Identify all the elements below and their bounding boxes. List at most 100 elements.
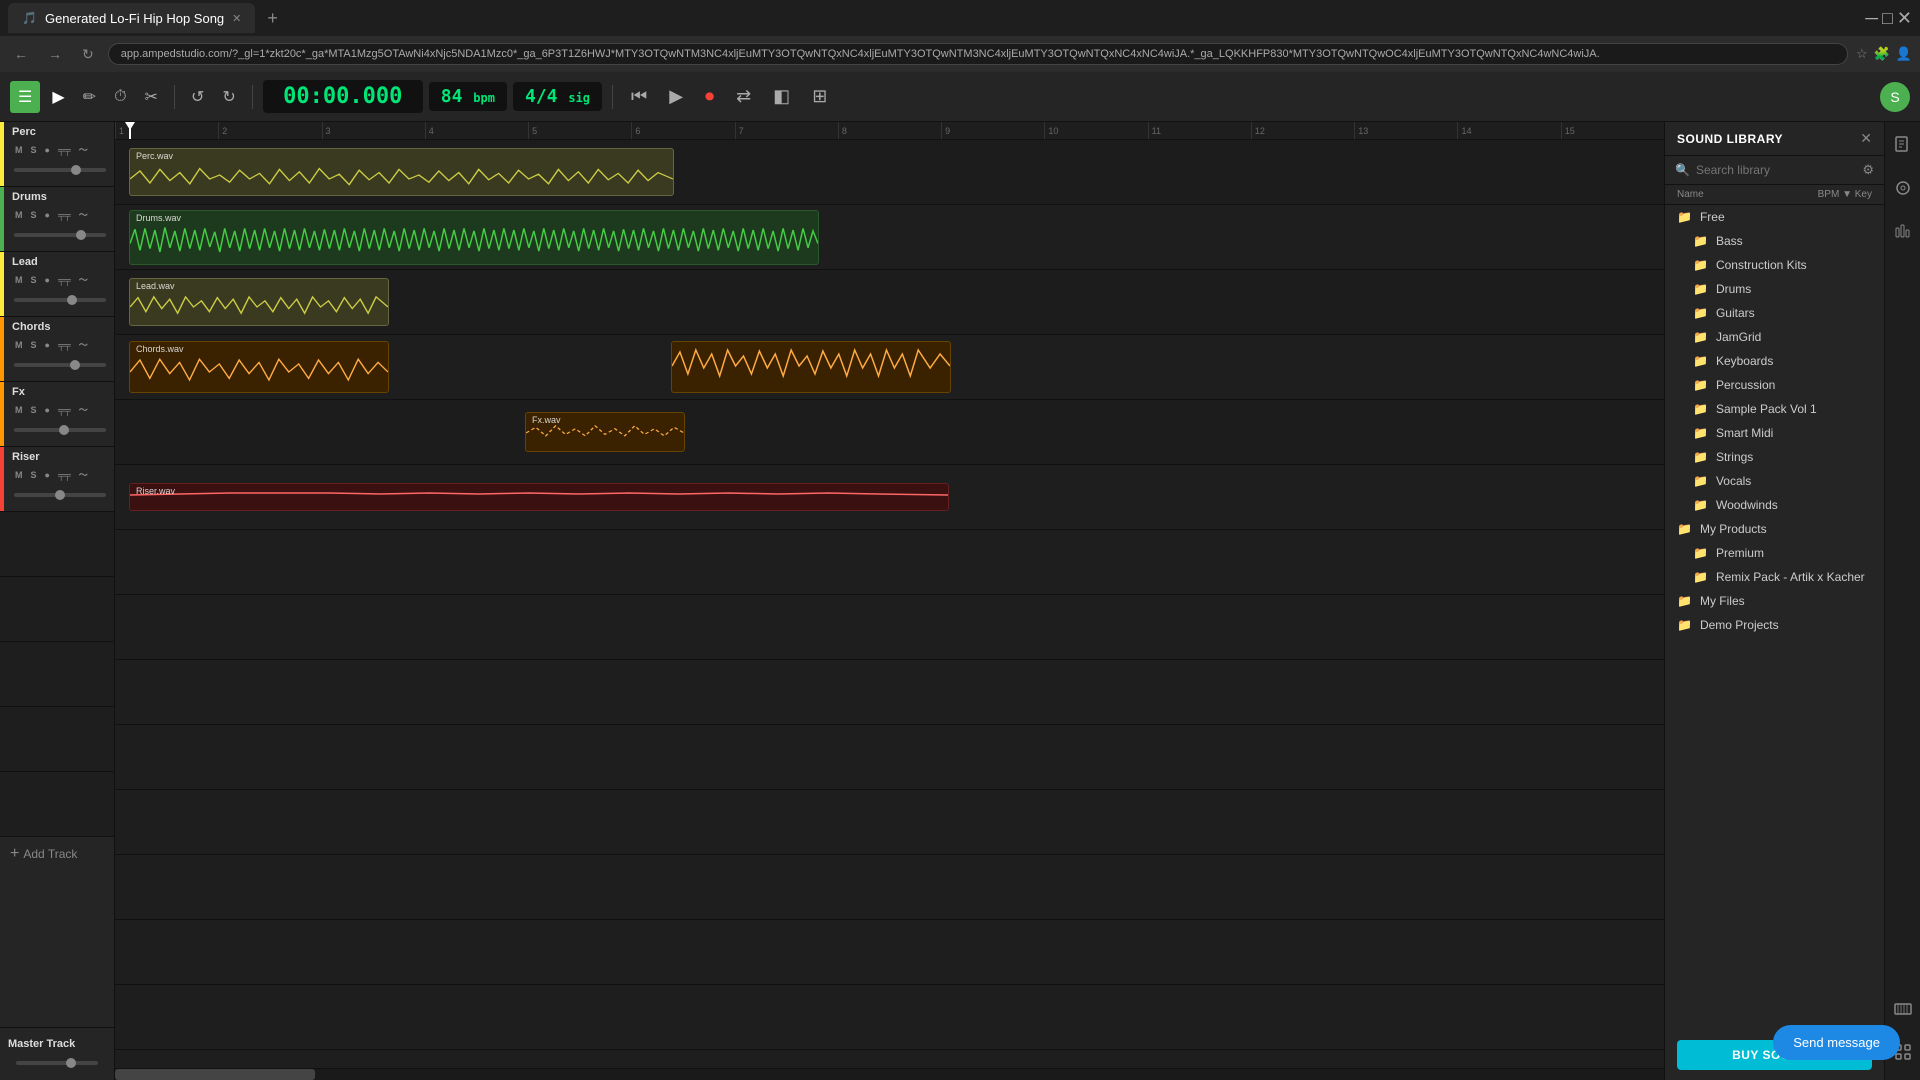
lead-vol-btn[interactable]: ╤╤ — [55, 274, 74, 286]
select-tool-btn[interactable]: ▶ — [46, 83, 70, 111]
library-item-vocals[interactable]: 📁 Vocals — [1665, 469, 1884, 493]
drums-mute-btn[interactable]: M — [12, 209, 26, 221]
right-sidebar-icon-3[interactable] — [1888, 216, 1918, 251]
active-tab[interactable]: 🎵 Generated Lo-Fi Hip Hop Song ✕ — [8, 3, 255, 33]
perc-arm-btn[interactable]: ● — [42, 144, 53, 156]
riser-vol-btn[interactable]: ╤╤ — [55, 469, 74, 481]
lead-solo-btn[interactable]: S — [28, 274, 40, 286]
maximize-btn[interactable]: □ — [1882, 8, 1893, 29]
riser-fx-btn[interactable]: 〜 — [76, 467, 91, 482]
chords-volume-slider[interactable] — [14, 363, 106, 367]
library-item-demo-projects[interactable]: 📁 Demo Projects — [1665, 613, 1884, 637]
library-item-premium[interactable]: 📁 Premium — [1665, 541, 1884, 565]
fx-arm-btn[interactable]: ● — [42, 404, 53, 416]
drums-fx-btn[interactable]: 〜 — [76, 207, 91, 222]
riser-mute-btn[interactable]: M — [12, 469, 26, 481]
riser-volume-slider[interactable] — [14, 493, 106, 497]
fx-fx-btn[interactable]: 〜 — [76, 402, 91, 417]
right-sidebar-icon-4[interactable] — [1888, 994, 1918, 1029]
reload-btn[interactable]: ↻ — [76, 44, 100, 65]
back-btn[interactable]: ← — [8, 44, 34, 64]
cut-tool-btn[interactable]: ✂ — [139, 83, 164, 111]
lead-volume-slider[interactable] — [14, 298, 106, 302]
close-window-btn[interactable]: ✕ — [1897, 8, 1912, 29]
fx-solo-btn[interactable]: S — [28, 404, 40, 416]
perc-vol-btn[interactable]: ╤╤ — [55, 144, 74, 156]
library-item-percussion[interactable]: 📁 Percussion — [1665, 373, 1884, 397]
right-sidebar-icon-2[interactable] — [1888, 173, 1918, 208]
drums-volume-slider[interactable] — [14, 233, 106, 237]
record-btn[interactable]: ⏺ — [697, 82, 722, 111]
library-close-btn[interactable]: ✕ — [1860, 130, 1872, 147]
library-item-strings[interactable]: 📁 Strings — [1665, 445, 1884, 469]
riser-solo-btn[interactable]: S — [28, 469, 40, 481]
minimize-btn[interactable]: ─ — [1865, 8, 1878, 29]
drums-arm-btn[interactable]: ● — [42, 209, 53, 221]
tracks-scroll[interactable]: Perc.wav Drums.wav — [115, 140, 1664, 1068]
undo-btn[interactable]: ↺ — [185, 83, 210, 111]
send-message-btn[interactable]: Send message — [1773, 1025, 1900, 1060]
click-btn[interactable]: ⊞ — [804, 82, 835, 111]
library-item-construction[interactable]: 📁 Construction Kits — [1665, 253, 1884, 277]
chords-clip-1[interactable]: Chords.wav — [129, 341, 389, 393]
right-sidebar-icon-1[interactable] — [1888, 130, 1918, 165]
profile-icon[interactable]: 👤 — [1896, 46, 1912, 62]
extension-icon[interactable]: 🧩 — [1874, 46, 1890, 62]
fx-clip[interactable]: Fx.wav — [525, 412, 685, 452]
redo-btn[interactable]: ↻ — [216, 83, 241, 111]
perc-clip[interactable]: Perc.wav — [129, 148, 674, 196]
fx-vol-btn[interactable]: ╤╤ — [55, 404, 74, 416]
star-icon[interactable]: ☆ — [1856, 46, 1868, 62]
perc-volume-slider[interactable] — [14, 168, 106, 172]
library-item-guitars[interactable]: 📁 Guitars — [1665, 301, 1884, 325]
chords-arm-btn[interactable]: ● — [42, 339, 53, 351]
library-item-remix-pack[interactable]: 📁 Remix Pack - Artik x Kacher — [1665, 565, 1884, 589]
riser-clip[interactable]: Riser.wav — [129, 483, 949, 511]
menu-button[interactable]: ☰ — [10, 81, 40, 113]
perc-solo-btn[interactable]: S — [28, 144, 40, 156]
library-item-woodwinds[interactable]: 📁 Woodwinds — [1665, 493, 1884, 517]
fx-volume-slider[interactable] — [14, 428, 106, 432]
library-item-sample-pack[interactable]: 📁 Sample Pack Vol 1 — [1665, 397, 1884, 421]
lead-clip[interactable]: Lead.wav — [129, 278, 389, 326]
chords-mute-btn[interactable]: M — [12, 339, 26, 351]
clock-tool-btn[interactable]: ⏱ — [108, 84, 132, 110]
chords-vol-btn[interactable]: ╤╤ — [55, 339, 74, 351]
library-item-my-products[interactable]: 📁 My Products — [1665, 517, 1884, 541]
address-input[interactable] — [108, 43, 1848, 65]
chords-clip-2[interactable] — [671, 341, 951, 393]
riser-arm-btn[interactable]: ● — [42, 469, 53, 481]
profile-avatar[interactable]: S — [1880, 82, 1910, 112]
punch-btn[interactable]: ◧ — [765, 82, 798, 111]
lead-mute-btn[interactable]: M — [12, 274, 26, 286]
pencil-tool-btn[interactable]: ✏ — [77, 83, 102, 111]
play-btn[interactable]: ▶ — [661, 82, 691, 111]
chords-fx-btn[interactable]: 〜 — [76, 337, 91, 352]
master-volume-slider[interactable] — [16, 1061, 98, 1065]
library-item-my-files[interactable]: 📁 My Files — [1665, 589, 1884, 613]
search-settings-icon[interactable]: ⚙ — [1862, 162, 1874, 178]
chords-solo-btn[interactable]: S — [28, 339, 40, 351]
perc-mute-btn[interactable]: M — [12, 144, 26, 156]
perc-fx-btn[interactable]: 〜 — [76, 142, 91, 157]
drums-clip[interactable]: Drums.wav — [129, 210, 819, 265]
lead-fx-btn[interactable]: 〜 — [76, 272, 91, 287]
drums-vol-btn[interactable]: ╤╤ — [55, 209, 74, 221]
fx-mute-btn[interactable]: M — [12, 404, 26, 416]
add-track-btn[interactable]: + Add Track — [0, 837, 114, 871]
library-item-drums[interactable]: 📁 Drums — [1665, 277, 1884, 301]
tab-close-btn[interactable]: ✕ — [232, 12, 241, 25]
lead-arm-btn[interactable]: ● — [42, 274, 53, 286]
loop-btn[interactable]: ⇄ — [728, 82, 759, 111]
drums-solo-btn[interactable]: S — [28, 209, 40, 221]
bottom-scroll[interactable] — [115, 1068, 1664, 1080]
library-item-jamgrid[interactable]: 📁 JamGrid — [1665, 325, 1884, 349]
library-item-keyboards[interactable]: 📁 Keyboards — [1665, 349, 1884, 373]
skip-back-btn[interactable]: ⏮ — [623, 82, 655, 111]
library-item-smart-midi[interactable]: 📁 Smart Midi — [1665, 421, 1884, 445]
library-item-free[interactable]: 📁 Free — [1665, 205, 1884, 229]
library-item-bass[interactable]: 📁 Bass — [1665, 229, 1884, 253]
library-search-input[interactable] — [1696, 163, 1856, 177]
new-tab-button[interactable]: + — [259, 8, 286, 29]
forward-btn[interactable]: → — [42, 44, 68, 64]
